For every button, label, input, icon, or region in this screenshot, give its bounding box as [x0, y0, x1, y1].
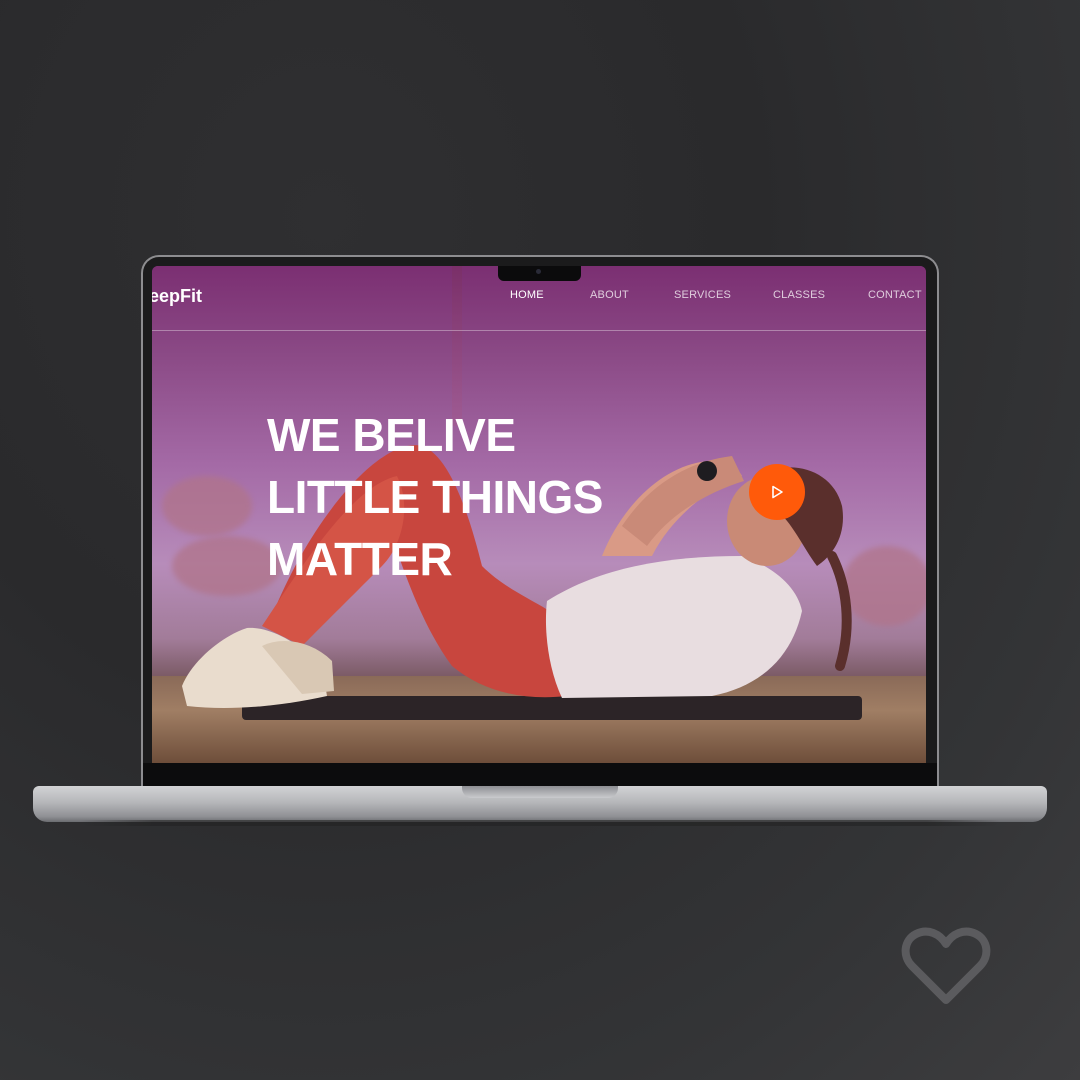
camera-notch — [498, 266, 581, 281]
hero-headline-line: MATTER — [267, 533, 453, 585]
laptop-opening-notch — [462, 786, 618, 798]
camera-icon — [536, 269, 541, 274]
nav-services[interactable]: SERVICES — [674, 289, 731, 301]
site-logo[interactable]: eepFit — [152, 286, 202, 307]
website-screen: eepFit HOME ABOUT SERVICES CLASSES CONTA… — [152, 266, 926, 763]
play-video-button[interactable] — [749, 464, 805, 520]
play-icon — [772, 485, 783, 499]
heart-icon[interactable] — [900, 926, 992, 1008]
nav-about[interactable]: ABOUT — [590, 289, 629, 301]
screen-bezel — [143, 763, 937, 787]
nav-classes[interactable]: CLASSES — [773, 289, 825, 301]
hero-headline-line: LITTLE THINGS — [267, 471, 603, 523]
nav-contact[interactable]: CONTACT — [868, 289, 922, 301]
hero-headline-line: WE BELIVE — [267, 409, 516, 461]
hero-headline: WE BELIVE LITTLE THINGS MATTER — [267, 404, 603, 590]
laptop-mockup: eepFit HOME ABOUT SERVICES CLASSES CONTA… — [0, 0, 1080, 1080]
laptop-feet — [80, 820, 1000, 826]
nav-home[interactable]: HOME — [510, 289, 544, 301]
